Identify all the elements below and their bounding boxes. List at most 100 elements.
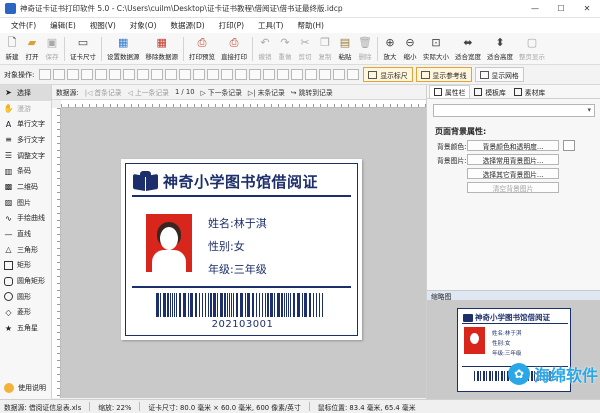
menu-help[interactable]: 帮助(H) [290, 20, 331, 31]
last-record-button[interactable]: ▷| 末条记录 [248, 87, 285, 97]
align-bottom-icon[interactable] [109, 69, 122, 80]
tool-qrcode[interactable]: ▩ 二维码 [0, 179, 51, 195]
help-link[interactable]: 使用说明 [4, 383, 46, 393]
fit-width-button[interactable]: ⬌ 适合宽度 [452, 34, 484, 64]
tab-templates[interactable]: 模板库 [470, 85, 509, 98]
undo-button[interactable]: ↶ 撤销 [255, 34, 275, 64]
menu-datasource[interactable]: 数据源(D) [164, 20, 212, 31]
tool-circle[interactable]: 圆形 [0, 289, 51, 305]
menu-object[interactable]: 对象(O) [123, 20, 164, 31]
bg-color-button[interactable]: 背景颜色和透明度... [467, 140, 559, 151]
set-datasource-button[interactable]: ▦ 设置数据源 [104, 34, 143, 64]
new-button[interactable]: 🗋 新建 [2, 34, 22, 64]
remove-datasource-button[interactable]: ▦ 移除数据源 [143, 34, 182, 64]
tool-star[interactable]: ★ 五角星 [0, 320, 51, 336]
grid-snap-icon[interactable] [333, 69, 346, 80]
layer-icon[interactable] [319, 69, 332, 80]
maximize-button[interactable]: ☐ [548, 0, 574, 18]
same-height-icon[interactable] [165, 69, 178, 80]
align-middle-icon[interactable] [95, 69, 108, 80]
clear-bg-button[interactable]: 清空背景图片 [467, 182, 559, 193]
first-record-button[interactable]: |◁ 首条记录 [85, 87, 122, 97]
tool-rectangle[interactable]: 矩形 [0, 258, 51, 274]
tool-barcode[interactable]: ▥ 条码 [0, 163, 51, 179]
tool-single-text[interactable]: A 单行文字 [0, 116, 51, 132]
fit-height-button[interactable]: ⬍ 适合高度 [484, 34, 516, 64]
prev-record-button[interactable]: ◁ 上一条记录 [128, 87, 169, 97]
tool-pan[interactable]: ✋ 漫游 [0, 101, 51, 117]
distribute-v-icon[interactable] [137, 69, 150, 80]
tab-materials[interactable]: 素材库 [510, 85, 549, 98]
same-width-icon[interactable] [151, 69, 164, 80]
rotate-icon[interactable] [277, 69, 290, 80]
student-photo[interactable] [146, 214, 192, 272]
flip-icon[interactable] [263, 69, 276, 80]
ungroup-icon[interactable] [221, 69, 234, 80]
card-title[interactable]: 神奇小学图书馆借阅证 [163, 171, 318, 192]
menu-print[interactable]: 打印(P) [212, 20, 251, 31]
show-grid-toggle[interactable]: 显示网格 [474, 67, 524, 82]
card-size-button[interactable]: ▭ 证卡尺寸 [67, 34, 99, 64]
align-top-icon[interactable] [81, 69, 94, 80]
delete-button[interactable]: 🗑 删除 [355, 34, 375, 64]
jump-record-button[interactable]: ↪ 跳转到记录 [291, 87, 333, 97]
tool-freehand[interactable]: ∿ 手绘曲线 [0, 211, 51, 227]
open-button[interactable]: ▰ 打开 [22, 34, 42, 64]
print-preview-button[interactable]: ⎙ 打印预览 [186, 34, 218, 64]
tool-diamond[interactable]: ◇ 菱形 [0, 305, 51, 321]
tool-multi-text[interactable]: ≡ 多行文字 [0, 132, 51, 148]
name-field[interactable]: 姓名:林于淇 [208, 215, 267, 231]
barcode-top-line[interactable] [132, 286, 351, 288]
send-back-icon[interactable] [193, 69, 206, 80]
lock-icon[interactable] [235, 69, 248, 80]
title-divider[interactable] [132, 195, 351, 197]
distribute-h-icon[interactable] [123, 69, 136, 80]
align-left-icon[interactable] [39, 69, 52, 80]
copy-button[interactable]: ❐ 复制 [315, 34, 335, 64]
bg-color-swatch[interactable] [563, 140, 575, 151]
actual-size-button[interactable]: ⊡ 实际大小 [420, 34, 452, 64]
zoom-in-button[interactable]: ⊕ 放大 [380, 34, 400, 64]
tab-properties[interactable]: 属性栏 [429, 85, 471, 98]
menu-tools[interactable]: 工具(T) [251, 20, 290, 31]
choose-other-bg-button[interactable]: 选择其它背景图片... [467, 168, 559, 179]
next-record-button[interactable]: ▷ 下一条记录 [201, 87, 242, 97]
bring-front-icon[interactable] [179, 69, 192, 80]
barcode-number[interactable]: 202103001 [126, 319, 359, 330]
show-guides-toggle[interactable]: 显示参考线 [415, 67, 472, 82]
full-page-button[interactable]: ▢ 整页显示 [516, 34, 548, 64]
tool-select[interactable]: ➤ 选择 [0, 85, 51, 101]
book-logo-icon[interactable] [132, 171, 159, 192]
tool-rounded-rect[interactable]: 圆角矩形 [0, 273, 51, 289]
group-icon[interactable] [207, 69, 220, 80]
save-button[interactable]: ▣ 保存 [42, 34, 62, 64]
unlock-icon[interactable] [249, 69, 262, 80]
direct-print-button[interactable]: ⎙ 直接打印 [218, 34, 250, 64]
gender-field[interactable]: 性别:女 [208, 238, 245, 254]
align-center-icon[interactable] [53, 69, 66, 80]
choose-common-bg-button[interactable]: 选择常用背景图片... [467, 154, 559, 165]
snap-icon[interactable] [305, 69, 318, 80]
barcode[interactable] [156, 293, 328, 317]
design-canvas[interactable]: 神奇小学图书馆借阅证 姓名:林于淇 性别:女 年级:三年级 202103001 [61, 108, 426, 398]
library-card[interactable]: 神奇小学图书馆借阅证 姓名:林于淇 性别:女 年级:三年级 202103001 [121, 159, 362, 340]
close-button[interactable]: ✕ [574, 0, 600, 18]
tool-triangle[interactable]: △ 三角形 [0, 242, 51, 258]
properties-icon[interactable] [347, 69, 360, 80]
cut-button[interactable]: ✂ 剪切 [295, 34, 315, 64]
grade-field[interactable]: 年级:三年级 [208, 261, 267, 277]
zoom-out-button[interactable]: ⊖ 缩小 [400, 34, 420, 64]
tool-line[interactable]: — 直线 [0, 226, 51, 242]
menu-edit[interactable]: 编辑(E) [43, 20, 83, 31]
object-select-dropdown[interactable]: ▾ [433, 104, 595, 117]
redo-button[interactable]: ↷ 重做 [275, 34, 295, 64]
menu-view[interactable]: 视图(V) [83, 20, 123, 31]
tool-adjust-text[interactable]: ☰ 调整文字 [0, 148, 51, 164]
paste-button[interactable]: ▤ 粘贴 [335, 34, 355, 64]
center-page-icon[interactable] [291, 69, 304, 80]
show-ruler-toggle[interactable]: 显示标尺 [363, 67, 413, 82]
tool-image[interactable]: ▨ 图片 [0, 195, 51, 211]
menu-file[interactable]: 文件(F) [4, 20, 43, 31]
align-right-icon[interactable] [67, 69, 80, 80]
minimize-button[interactable]: — [522, 0, 548, 18]
